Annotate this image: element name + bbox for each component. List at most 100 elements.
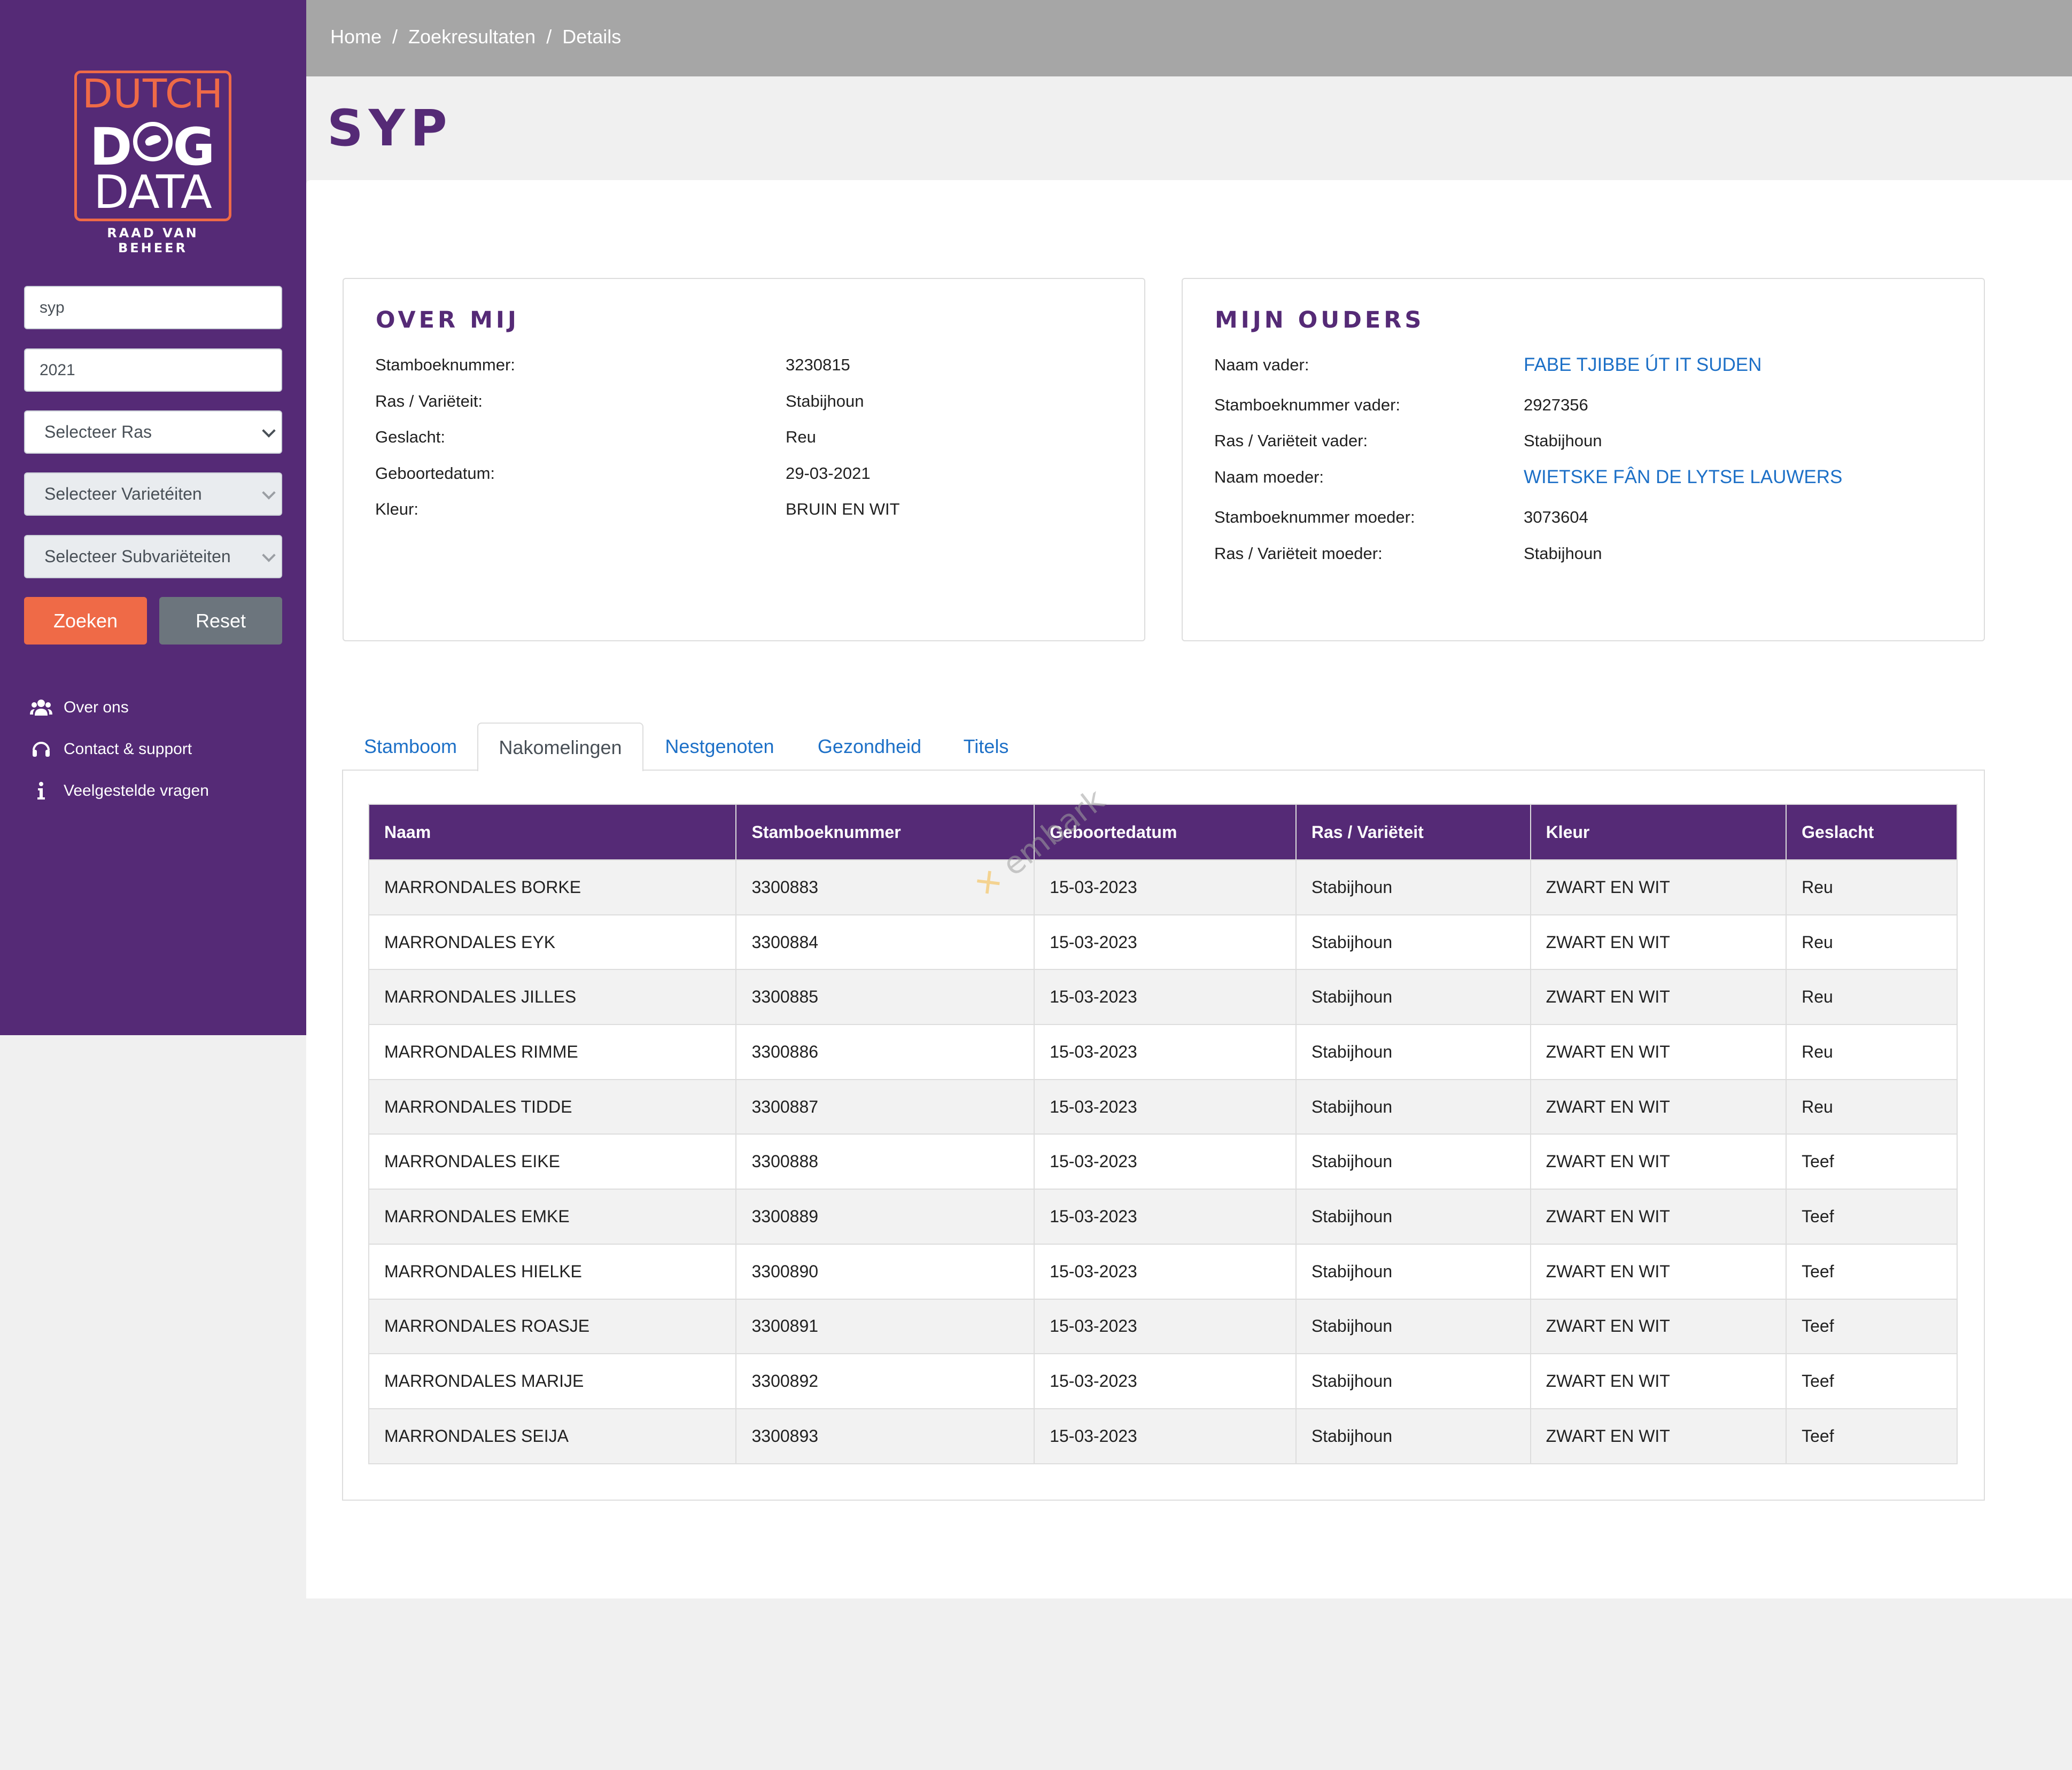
cell-stamboeknummer: 3300892 — [735, 1353, 1035, 1409]
kleur-value: BRUIN EN WIT — [786, 500, 900, 518]
sidebar-link-label: Contact & support — [64, 740, 192, 758]
breed-select[interactable]: Selecteer Ras — [24, 410, 282, 454]
stamboeknummer-vader-value: 2927356 — [1524, 395, 1588, 414]
cell-stamboeknummer: 3300886 — [735, 1024, 1035, 1080]
geboortedatum-value: 29-03-2021 — [786, 464, 871, 483]
breed-select-label: Selecteer Ras — [44, 422, 152, 441]
table-row[interactable]: MARRONDALES MARIJE 3300892 15-03-2023 St… — [368, 1353, 1958, 1409]
variety-select-label: Selecteer Varietéiten — [44, 484, 202, 503]
cell-kleur: ZWART EN WIT — [1530, 859, 1787, 915]
cell-stamboeknummer: 3300889 — [735, 1189, 1035, 1245]
cell-naam: MARRONDALES TIDDE — [368, 1078, 737, 1135]
reset-button[interactable]: Reset — [159, 597, 282, 645]
naam-vader-link[interactable]: FABE TJIBBE ÚT IT SUDEN — [1524, 354, 1761, 376]
tab-stamboom[interactable]: Stamboom — [344, 723, 477, 770]
sidebar-link-contact[interactable]: Contact & support — [29, 738, 192, 761]
column-header-stamboeknummer[interactable]: Stamboeknummer — [735, 804, 1035, 860]
cell-geslacht: Teef — [1786, 1134, 1958, 1190]
table-row[interactable]: MARRONDALES EYK 3300884 15-03-2023 Stabi… — [368, 914, 1958, 971]
search-name-input[interactable]: syp — [24, 286, 282, 329]
cell-geslacht: Teef — [1786, 1408, 1958, 1464]
cell-stamboeknummer: 3300885 — [735, 969, 1035, 1026]
cell-ras: Stabijhoun — [1295, 1024, 1531, 1080]
table-row[interactable]: MARRONDALES HIELKE 3300890 15-03-2023 St… — [368, 1243, 1958, 1300]
logo-line-1: DUTCH — [82, 71, 224, 117]
search-button[interactable]: Zoeken — [24, 597, 147, 645]
cell-kleur: ZWART EN WIT — [1530, 1024, 1787, 1080]
ras-vader-value: Stabijhoun — [1524, 431, 1602, 450]
stamboeknummer-label: Stamboeknummer: — [375, 355, 515, 374]
subvariety-select[interactable]: Selecteer Subvariëteiten — [24, 535, 282, 578]
cell-geslacht: Teef — [1786, 1353, 1958, 1409]
chevron-down-icon — [262, 424, 276, 438]
column-header-ras[interactable]: Ras / Variëteit — [1295, 804, 1531, 860]
cell-ras: Stabijhoun — [1295, 1243, 1531, 1300]
cell-stamboeknummer: 3300888 — [735, 1134, 1035, 1190]
breadcrumb-home[interactable]: Home — [330, 26, 382, 48]
cell-geboortedatum: 15-03-2023 — [1034, 1134, 1297, 1190]
cell-stamboeknummer: 3300890 — [735, 1243, 1035, 1300]
stamboeknummer-vader-label: Stamboeknummer vader: — [1214, 395, 1401, 414]
tab-nakomelingen[interactable]: Nakomelingen — [477, 723, 643, 771]
column-header-naam[interactable]: Naam — [368, 804, 737, 860]
geslacht-value: Reu — [786, 428, 816, 446]
table-header-row: Naam Stamboeknummer Geboortedatum Ras / … — [368, 804, 1958, 860]
table-row[interactable]: MARRONDALES EIKE 3300888 15-03-2023 Stab… — [368, 1134, 1958, 1190]
naam-vader-label: Naam vader: — [1214, 355, 1309, 374]
cell-ras: Stabijhoun — [1295, 1353, 1531, 1409]
cell-ras: Stabijhoun — [1295, 969, 1531, 1026]
logo-line-3: DATA — [94, 166, 212, 219]
breadcrumb-zoekresultaten[interactable]: Zoekresultaten — [408, 26, 536, 48]
sidebar-link-over-ons[interactable]: Over ons — [29, 696, 129, 719]
ras-value: Stabijhoun — [786, 392, 864, 410]
tab-nestgenoten[interactable]: Nestgenoten — [643, 723, 796, 770]
cell-geboortedatum: 15-03-2023 — [1034, 1298, 1297, 1355]
cell-kleur: ZWART EN WIT — [1530, 1134, 1787, 1190]
table-row[interactable]: MARRONDALES TIDDE 3300887 15-03-2023 Sta… — [368, 1078, 1958, 1135]
mijn-ouders-title: MIJN OUDERS — [1215, 307, 1425, 333]
cell-ras: Stabijhoun — [1295, 1408, 1531, 1464]
cell-ras: Stabijhoun — [1295, 914, 1531, 971]
table-row[interactable]: MARRONDALES SEIJA 3300893 15-03-2023 Sta… — [368, 1408, 1958, 1464]
sidebar-link-faq[interactable]: Veelgestelde vragen — [29, 779, 209, 803]
cell-geslacht: Reu — [1786, 859, 1958, 915]
naam-moeder-label: Naam moeder: — [1214, 468, 1324, 486]
table-row[interactable]: MARRONDALES JILLES 3300885 15-03-2023 St… — [368, 969, 1958, 1026]
cell-ras: Stabijhoun — [1295, 859, 1531, 915]
stamboeknummer-moeder-value: 3073604 — [1524, 508, 1588, 526]
cell-stamboeknummer: 3300893 — [735, 1408, 1035, 1464]
dutch-dog-data-logo[interactable]: DUTCH DG DATA — [74, 71, 231, 221]
cell-geboortedatum: 15-03-2023 — [1034, 1408, 1297, 1464]
cell-kleur: ZWART EN WIT — [1530, 1408, 1787, 1464]
table-row[interactable]: MARRONDALES BORKE 3300883 15-03-2023 Sta… — [368, 859, 1958, 915]
geboortedatum-label: Geboortedatum: — [375, 464, 495, 483]
cell-naam: MARRONDALES MARIJE — [368, 1353, 737, 1409]
variety-select[interactable]: Selecteer Varietéiten — [24, 472, 282, 516]
tab-titels[interactable]: Titels — [943, 723, 1029, 770]
cell-geboortedatum: 15-03-2023 — [1034, 1078, 1297, 1135]
cell-kleur: ZWART EN WIT — [1530, 1298, 1787, 1355]
table-row[interactable]: MARRONDALES ROASJE 3300891 15-03-2023 St… — [368, 1298, 1958, 1355]
table-row[interactable]: MARRONDALES EMKE 3300889 15-03-2023 Stab… — [368, 1189, 1958, 1245]
ras-vader-label: Ras / Variëteit vader: — [1214, 431, 1368, 450]
cell-naam: MARRONDALES EYK — [368, 914, 737, 971]
users-icon — [29, 696, 53, 719]
sidebar-link-label: Veelgestelde vragen — [64, 782, 209, 799]
cell-naam: MARRONDALES RIMME — [368, 1024, 737, 1080]
ras-moeder-value: Stabijhoun — [1524, 544, 1602, 563]
cell-geboortedatum: 15-03-2023 — [1034, 1353, 1297, 1409]
tab-gezondheid[interactable]: Gezondheid — [796, 723, 943, 770]
cell-geslacht: Teef — [1786, 1189, 1958, 1245]
cell-stamboeknummer: 3300891 — [735, 1298, 1035, 1355]
year-input[interactable]: 2021 — [24, 348, 282, 392]
cell-kleur: ZWART EN WIT — [1530, 1243, 1787, 1300]
cell-geboortedatum: 15-03-2023 — [1034, 969, 1297, 1026]
nakomelingen-table: Naam Stamboeknummer Geboortedatum Ras / … — [368, 804, 1958, 1464]
cell-geboortedatum: 15-03-2023 — [1034, 1024, 1297, 1080]
table-row[interactable]: MARRONDALES RIMME 3300886 15-03-2023 Sta… — [368, 1024, 1958, 1080]
naam-moeder-link[interactable]: WIETSKE FÂN DE LYTSE LAUWERS — [1524, 467, 1842, 488]
column-header-kleur[interactable]: Kleur — [1530, 804, 1787, 860]
column-header-geslacht[interactable]: Geslacht — [1786, 804, 1958, 860]
cell-stamboeknummer: 3300884 — [735, 914, 1035, 971]
cell-ras: Stabijhoun — [1295, 1189, 1531, 1245]
